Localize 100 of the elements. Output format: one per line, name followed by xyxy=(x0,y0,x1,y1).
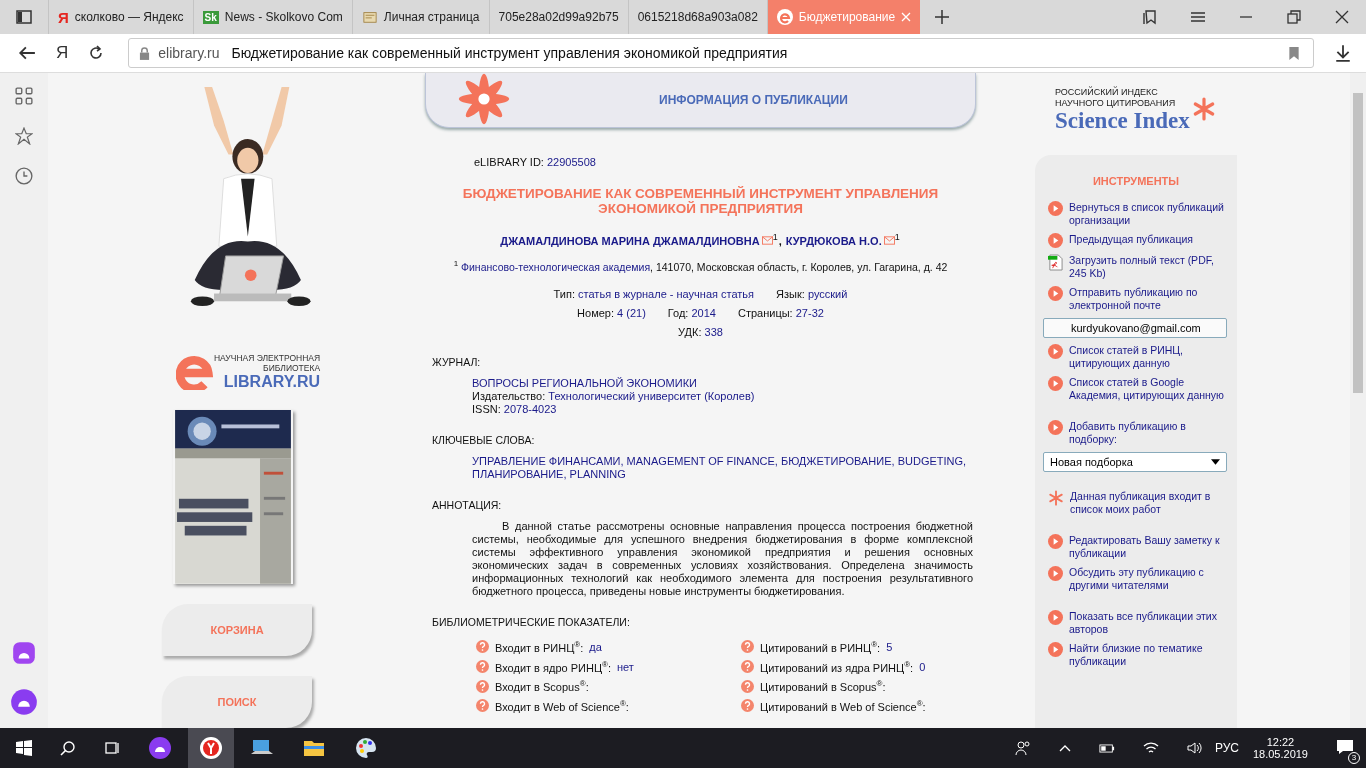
help-icon[interactable] xyxy=(476,640,489,654)
section-heading: БИБЛИОМЕТРИЧЕСКИЕ ПОКАЗАТЕЛИ: xyxy=(432,616,631,629)
back-icon[interactable] xyxy=(18,44,36,62)
browser-icon[interactable] xyxy=(199,736,223,760)
restore-icon[interactable] xyxy=(1286,9,1302,25)
grid-icon[interactable] xyxy=(15,87,33,105)
play-icon[interactable] xyxy=(1048,201,1063,216)
chevron-up-icon[interactable] xyxy=(1058,744,1071,752)
tool-link[interactable]: Вернуться в список публикаций организации xyxy=(1069,201,1229,227)
pdf-file-icon[interactable] xyxy=(1048,254,1063,271)
affiliation-text: Финансово-технологическая академия, 141070, Московская область, г. Королев, ул. Гагарина, д. 42 xyxy=(461,260,948,273)
speaker-icon[interactable] xyxy=(1186,741,1203,755)
help-icon[interactable] xyxy=(741,640,754,654)
tab-favicon: Я xyxy=(58,8,69,26)
search-icon[interactable] xyxy=(60,740,76,756)
help-icon[interactable] xyxy=(476,679,489,693)
field-label: ISSN: xyxy=(472,403,501,416)
language-indicator[interactable]: РУС xyxy=(1214,741,1239,755)
people-icon[interactable] xyxy=(1014,740,1031,756)
yandex-button[interactable]: Я xyxy=(56,43,69,63)
section-heading: КЛЮЧЕВЫЕ СЛОВА: xyxy=(432,434,536,447)
download-icon[interactable] xyxy=(1334,44,1352,62)
scrollbar-thumb[interactable] xyxy=(1353,93,1363,393)
e-logo-icon xyxy=(776,9,793,25)
header-title: ИНФОРМАЦИЯ О ПУБЛИКАЦИИ xyxy=(659,93,848,107)
bookmarks-icon[interactable] xyxy=(1142,9,1158,25)
play-icon[interactable] xyxy=(1048,566,1063,581)
tool-link[interactable]: Отправить публикацию по электронной почте xyxy=(1069,286,1229,312)
metric-value: 5 xyxy=(886,641,893,653)
new-tab-icon[interactable] xyxy=(934,9,951,25)
mail-icon[interactable] xyxy=(761,235,773,245)
logo-caption: РОССИЙСКИЙ ИНДЕКС xyxy=(1055,87,1159,98)
play-icon[interactable] xyxy=(1048,642,1063,657)
metric-label: Цитирований в Scopus$^{®}$: xyxy=(760,679,886,694)
sidebar-toggle-icon[interactable] xyxy=(16,9,32,25)
tool-link[interactable]: Загрузить полный текст (PDF, 245 Kb) xyxy=(1069,254,1229,280)
play-icon[interactable] xyxy=(1048,344,1063,359)
id-value: 22905508 xyxy=(546,156,596,168)
help-icon[interactable] xyxy=(741,679,754,693)
metric-label: Входит в Web of Science$^{®}$: xyxy=(495,699,629,713)
keywords-text: УПРАВЛЕНИЕ ФИНАНСАМИ, MANAGEMENT OF FINANCE, БЮДЖЕТИРОВАНИЕ, BUDGETING, ПЛАНИРОВАНИЕ, PLANNING xyxy=(472,455,968,482)
tool-link[interactable]: Список статей в РИНЦ, цитирующих данную xyxy=(1069,344,1229,370)
asterisk-icon xyxy=(1191,97,1216,121)
tool-link[interactable]: Обсудить эту публикацию с другими читателями xyxy=(1069,566,1229,592)
bookmark-icon[interactable] xyxy=(1289,46,1299,60)
metric-label: Цитирований из ядра РИНЦ$^{®}$: xyxy=(760,659,914,674)
panel-title: ИНСТРУМЕНТЫ xyxy=(1091,175,1181,187)
assistant-icon[interactable] xyxy=(148,736,172,760)
task-view-icon[interactable] xyxy=(104,740,120,756)
tool-link[interactable]: Показать все публикации этих авторов xyxy=(1069,610,1229,636)
field-label: Страницы: xyxy=(737,307,793,320)
publisher-link[interactable]: Технологический университет (Королев) xyxy=(548,390,755,403)
menu-icon[interactable] xyxy=(1190,9,1206,25)
notifications-icon[interactable] xyxy=(1336,738,1354,755)
field-value: 4 (21) xyxy=(617,307,646,320)
email-field[interactable]: kurdyukovano@gmail.com xyxy=(1043,318,1227,338)
clock-icon[interactable] xyxy=(15,167,33,185)
play-icon[interactable] xyxy=(1048,610,1063,625)
journal-link[interactable]: ВОПРОСЫ РЕГИОНАЛЬНОЙ ЭКОНОМИКИ xyxy=(472,377,973,391)
wifi-icon[interactable] xyxy=(1142,741,1159,755)
tool-link[interactable]: Данная публикация входит в список моих работ xyxy=(1070,490,1229,516)
battery-icon[interactable] xyxy=(1098,742,1115,754)
mail-icon[interactable] xyxy=(883,235,895,245)
collection-dropdown[interactable]: Новая подборка xyxy=(1043,452,1227,472)
star-icon[interactable] xyxy=(15,127,33,145)
tool-link[interactable]: Список статей в Google Академия, цитирующих данную xyxy=(1069,376,1229,402)
play-icon[interactable] xyxy=(1048,233,1063,248)
play-icon[interactable] xyxy=(1048,286,1063,301)
dropdown-arrow-icon xyxy=(1211,459,1220,465)
metric-label: Входит в РИНЦ$^{®}$: xyxy=(495,640,584,654)
tool-link[interactable]: Предыдущая публикация xyxy=(1069,233,1193,246)
logo-caption: БИБЛИОТЕКА xyxy=(263,363,321,374)
tool-link[interactable]: Добавить публикацию в подборку: xyxy=(1069,420,1229,446)
footnote-mark: 1 xyxy=(772,232,778,242)
tool-link[interactable]: Редактировать Вашу заметку к публикации xyxy=(1069,534,1229,560)
play-icon[interactable] xyxy=(1048,534,1063,549)
metric-label: Входит в ядро РИНЦ$^{®}$: xyxy=(495,659,611,674)
clock[interactable]: 12:22 18.05.2019 xyxy=(1252,736,1308,760)
help-icon[interactable] xyxy=(741,699,754,713)
metric-value: 0 xyxy=(919,660,926,673)
author-link[interactable]: ДЖАМАЛДИНОВА МАРИНА ДЖАМАЛДИНОВНА xyxy=(500,234,760,247)
address-field[interactable]: elibrary.ru Бюджетирование как современный инструмент управления экономикой предприятия xyxy=(128,38,1314,68)
help-icon[interactable] xyxy=(476,699,489,713)
reload-icon[interactable] xyxy=(88,45,105,61)
lock-icon xyxy=(139,46,151,60)
metric-value: да xyxy=(589,641,602,653)
help-icon[interactable] xyxy=(741,660,754,674)
play-icon[interactable] xyxy=(1048,420,1063,435)
tool-link[interactable]: Найти близкие по тематике публикации xyxy=(1069,642,1229,668)
author-link[interactable]: КУРДЮКОВА Н.О. xyxy=(785,234,882,247)
logo-name: LIBRARY.RU xyxy=(223,373,321,391)
close-icon[interactable] xyxy=(1334,9,1350,25)
windows-start-icon[interactable] xyxy=(16,740,32,756)
field-label: Язык: xyxy=(776,288,805,301)
metric-label: Входит в Scopus$^{®}$: xyxy=(495,679,589,694)
help-icon[interactable] xyxy=(476,660,489,674)
palette-icon[interactable] xyxy=(354,736,378,760)
field-value: 338 xyxy=(704,326,723,339)
play-icon[interactable] xyxy=(1048,376,1063,391)
id-label: eLIBRARY ID: xyxy=(474,156,544,168)
